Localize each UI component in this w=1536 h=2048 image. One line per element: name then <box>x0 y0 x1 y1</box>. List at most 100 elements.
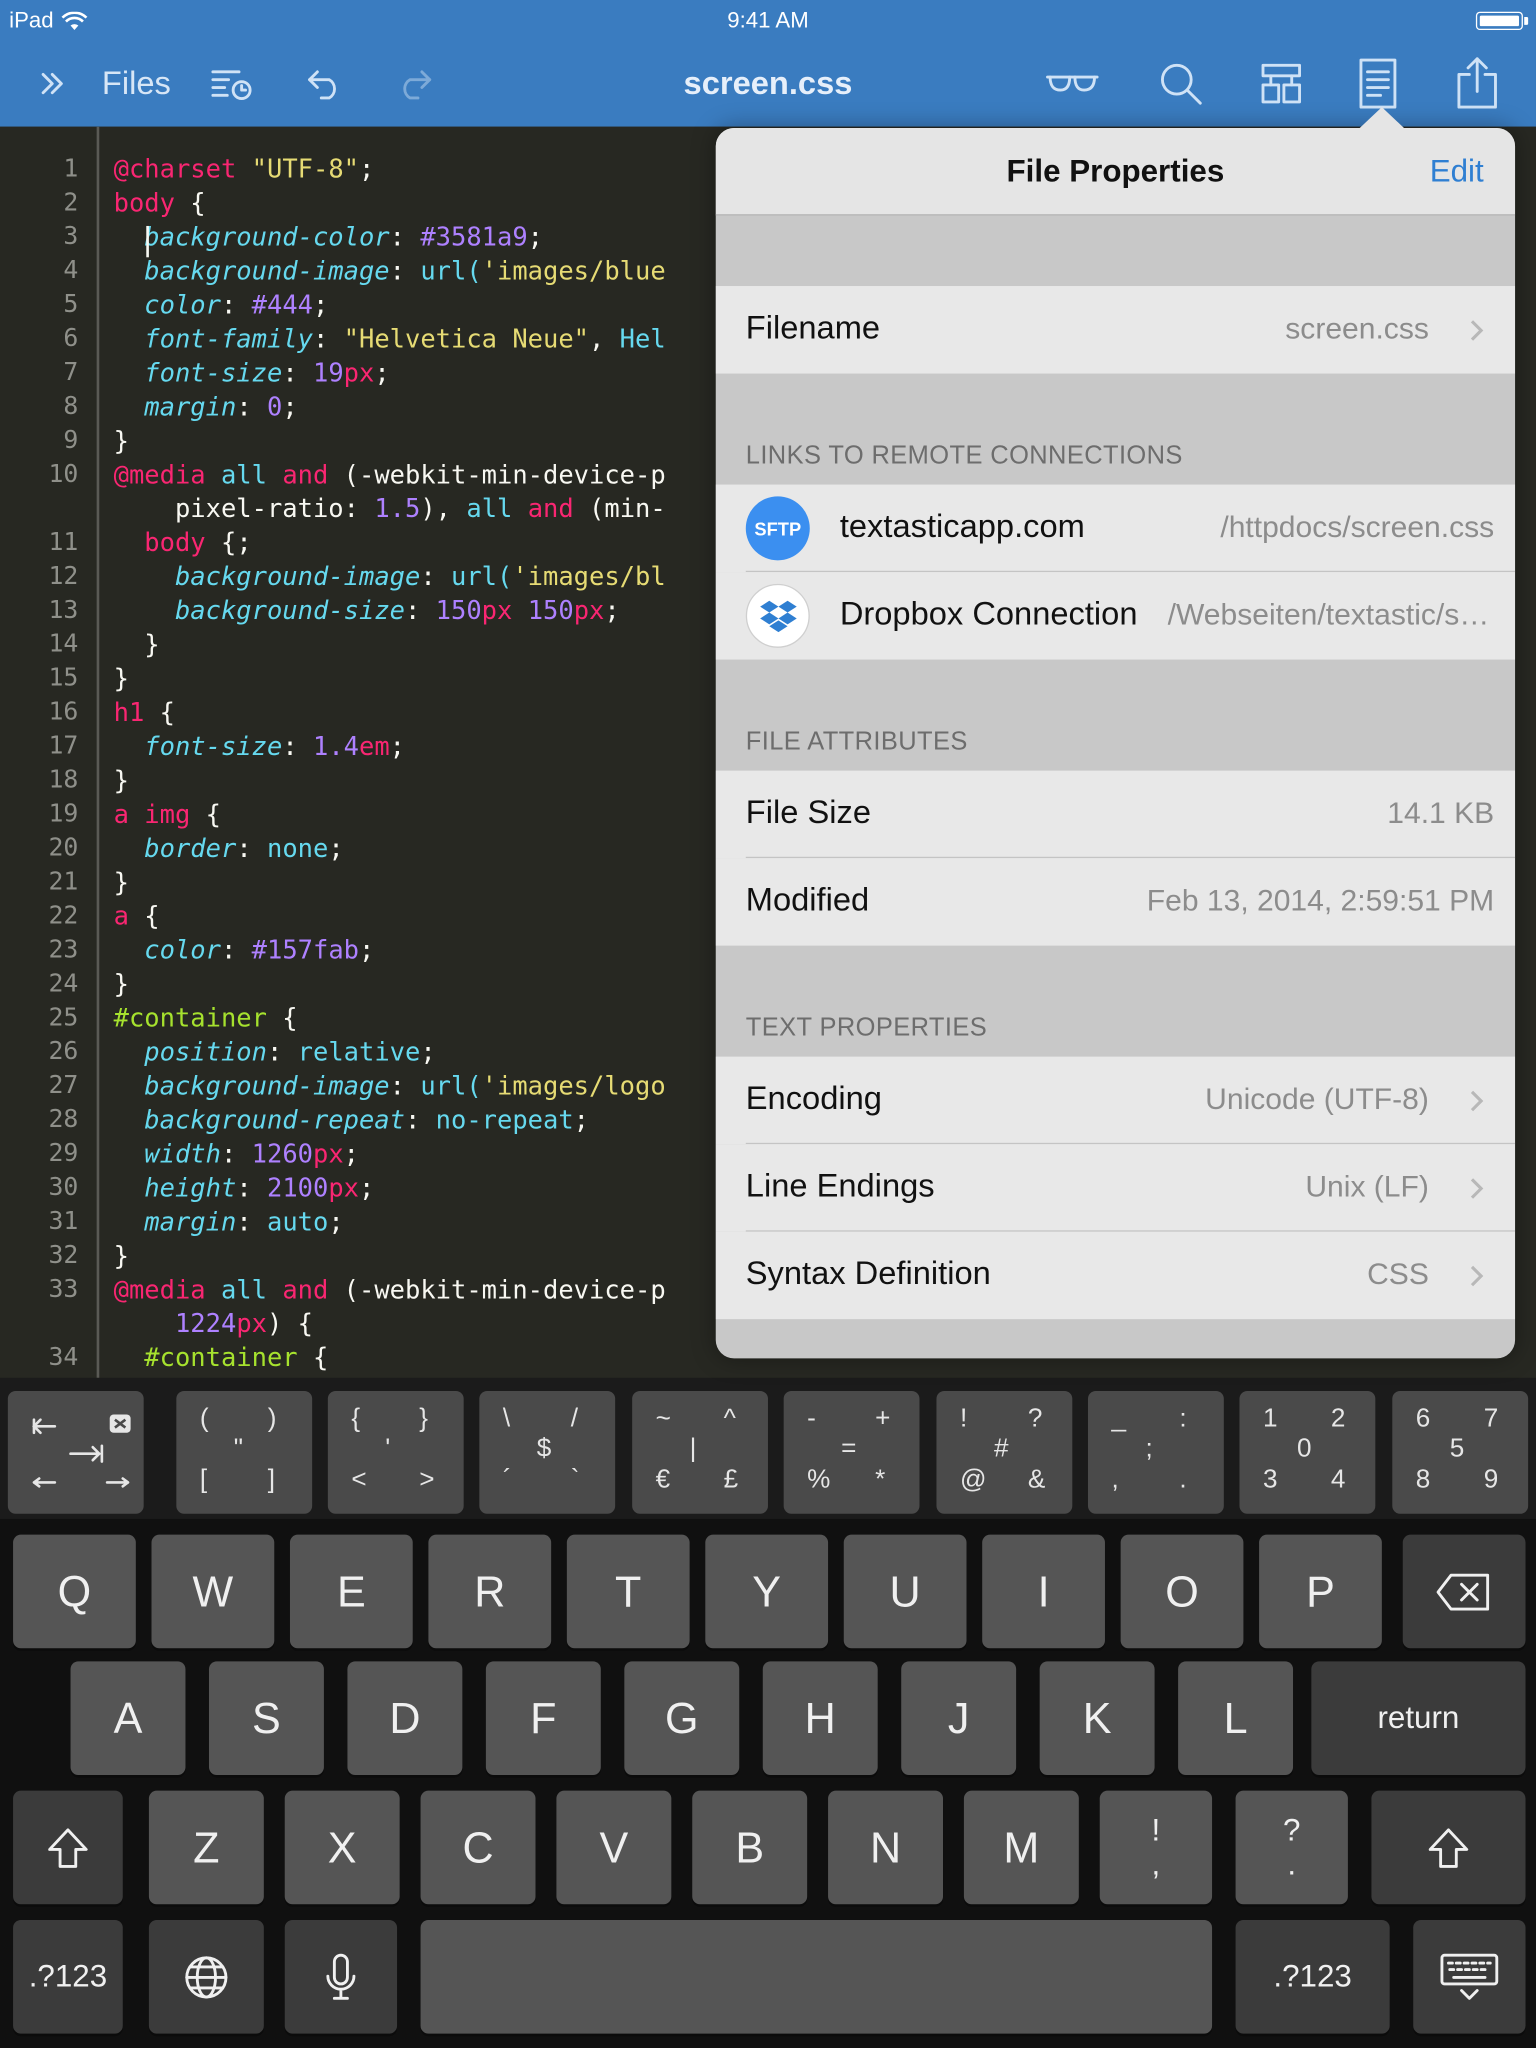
edit-button[interactable]: Edit <box>1430 154 1484 191</box>
code-line[interactable]: background-size: 150px 150px; <box>114 596 620 626</box>
code-line[interactable]: @media all and (-webkit-min-device-p <box>114 460 666 490</box>
code-line[interactable]: position: relative; <box>114 1037 435 1067</box>
key-z[interactable]: Z <box>148 1790 264 1905</box>
key-g[interactable]: G <box>624 1661 740 1775</box>
symbol-key[interactable]: - + =% * <box>783 1390 920 1514</box>
key-l[interactable]: L <box>1178 1661 1294 1775</box>
sidebar-toggle-button[interactable] <box>29 50 76 118</box>
line-endings-row[interactable]: Line Endings Unix (LF) <box>715 1144 1516 1232</box>
code-line[interactable]: background-image: url('images/logo <box>114 1071 666 1101</box>
symbol-key[interactable]: {} ' < > <box>327 1390 464 1514</box>
globe-key[interactable] <box>148 1919 264 2034</box>
search-button[interactable] <box>1152 50 1209 118</box>
key-r[interactable]: R <box>428 1534 552 1649</box>
shift-key-right[interactable] <box>1371 1790 1526 1905</box>
code-line[interactable]: color: #157fab; <box>114 935 374 965</box>
key-i[interactable]: I <box>982 1534 1105 1649</box>
shift-key-left[interactable] <box>13 1790 123 1905</box>
numbers-key-right[interactable]: .?123 <box>1235 1919 1390 2034</box>
code-line[interactable]: font-family: "Helvetica Neue", Hel <box>114 324 666 354</box>
symbol-key[interactable]: 1 203 4 <box>1239 1390 1376 1514</box>
encoding-row[interactable]: Encoding Unicode (UTF-8) <box>715 1056 1516 1145</box>
code-line[interactable]: @charset "UTF-8"; <box>114 154 375 184</box>
symbol-key[interactable]: 6 758 9 <box>1392 1390 1529 1514</box>
code-line[interactable]: } <box>114 663 129 693</box>
dismiss-keyboard-key[interactable] <box>1413 1919 1526 2034</box>
key-d[interactable]: D <box>347 1661 463 1775</box>
code-line[interactable]: color: #444; <box>114 290 328 320</box>
code-line[interactable]: } <box>114 630 159 660</box>
symbol-list-button[interactable] <box>1254 50 1309 118</box>
code-line[interactable]: background-image: url('images/bl <box>114 562 666 592</box>
code-line[interactable]: font-size: 19px; <box>114 358 389 388</box>
key-q[interactable]: Q <box>13 1534 136 1649</box>
code-line[interactable]: border: none; <box>114 833 343 863</box>
key-t[interactable]: T <box>566 1534 690 1649</box>
redo-button[interactable] <box>389 50 439 118</box>
key-j[interactable]: J <box>901 1661 1017 1775</box>
code-line[interactable]: } <box>114 426 129 456</box>
key-h[interactable]: H <box>762 1661 878 1775</box>
code-line[interactable]: } <box>114 969 129 999</box>
code-line[interactable]: } <box>114 1241 129 1271</box>
key-n[interactable]: N <box>828 1790 944 1905</box>
key-b[interactable]: B <box>692 1790 808 1905</box>
code-line[interactable]: #container { <box>114 1003 298 1033</box>
key-o[interactable]: O <box>1120 1534 1244 1649</box>
code-line[interactable]: background-color: #3581a9; <box>114 222 543 252</box>
files-button[interactable]: Files <box>102 65 171 103</box>
connection-row-dropbox[interactable]: Dropbox Connection /Webseiten/textastic/… <box>715 572 1516 660</box>
code-line[interactable]: @media all and (-webkit-min-device-p <box>114 1275 666 1305</box>
code-line[interactable]: } <box>114 765 129 795</box>
code-line[interactable]: } <box>114 867 129 897</box>
key-question-period[interactable]: ?. <box>1235 1790 1348 1905</box>
return-key[interactable]: return <box>1311 1661 1526 1775</box>
space-key[interactable] <box>420 1919 1213 2034</box>
code-line[interactable]: body { <box>114 188 206 218</box>
code-line[interactable]: background-repeat: no-repeat; <box>114 1105 589 1135</box>
code-line[interactable]: height: 2100px; <box>114 1173 374 1203</box>
code-line[interactable]: #container { <box>114 1343 328 1373</box>
code-line[interactable]: margin: auto; <box>114 1207 343 1237</box>
symbol-key[interactable]: _:;,. <box>1087 1390 1224 1514</box>
key-f[interactable]: F <box>485 1661 601 1775</box>
code-line[interactable]: a { <box>114 901 160 931</box>
key-m[interactable]: M <box>963 1790 1079 1905</box>
undo-button[interactable] <box>300 50 350 118</box>
code-line[interactable]: margin: 0; <box>114 392 297 422</box>
syntax-definition-row[interactable]: Syntax Definition CSS <box>715 1231 1516 1320</box>
key-v[interactable]: V <box>556 1790 672 1905</box>
filename-row[interactable]: Filename screen.css <box>715 286 1516 374</box>
key-exclamation-comma[interactable]: !, <box>1099 1790 1213 1905</box>
key-c[interactable]: C <box>420 1790 536 1905</box>
key-p[interactable]: P <box>1259 1534 1382 1649</box>
key-e[interactable]: E <box>289 1534 413 1649</box>
code-line[interactable]: 1224px) { <box>114 1309 313 1339</box>
delete-key[interactable] <box>1402 1534 1526 1649</box>
dictation-key[interactable] <box>284 1919 398 2034</box>
code-line[interactable]: background-image: url('images/blue <box>114 256 666 286</box>
key-u[interactable]: U <box>843 1534 967 1649</box>
code-line[interactable]: font-size: 1.4em; <box>114 731 405 761</box>
symbol-key[interactable]: !? # @ & <box>936 1390 1073 1514</box>
key-y[interactable]: Y <box>705 1534 829 1649</box>
symbol-key[interactable]: ~ ^ | € £ <box>632 1390 768 1514</box>
code-line[interactable]: width: 1260px; <box>114 1139 359 1169</box>
code-line[interactable]: a img { <box>114 799 221 829</box>
symbol-key[interactable]: () " [] <box>176 1390 313 1514</box>
code-line[interactable]: h1 { <box>114 697 175 727</box>
key-x[interactable]: X <box>284 1790 400 1905</box>
key-k[interactable]: K <box>1039 1661 1155 1775</box>
key-s[interactable]: S <box>208 1661 324 1775</box>
numbers-key-left[interactable]: .?123 <box>13 1919 123 2034</box>
key-w[interactable]: W <box>151 1534 275 1649</box>
cursor-tab-key[interactable] <box>7 1390 144 1514</box>
recent-files-button[interactable] <box>206 50 256 118</box>
connection-row-sftp[interactable]: SFTP textasticapp.com /httpdocs/screen.c… <box>715 484 1516 573</box>
preview-button[interactable] <box>1042 50 1102 118</box>
key-a[interactable]: A <box>70 1661 186 1775</box>
share-button[interactable] <box>1447 50 1507 118</box>
code-line[interactable]: body {; <box>114 528 252 558</box>
code-line[interactable]: pixel-ratio: 1.5), all and (min- <box>114 494 666 524</box>
symbol-key[interactable]: \ / $ ´ ` <box>479 1390 616 1514</box>
